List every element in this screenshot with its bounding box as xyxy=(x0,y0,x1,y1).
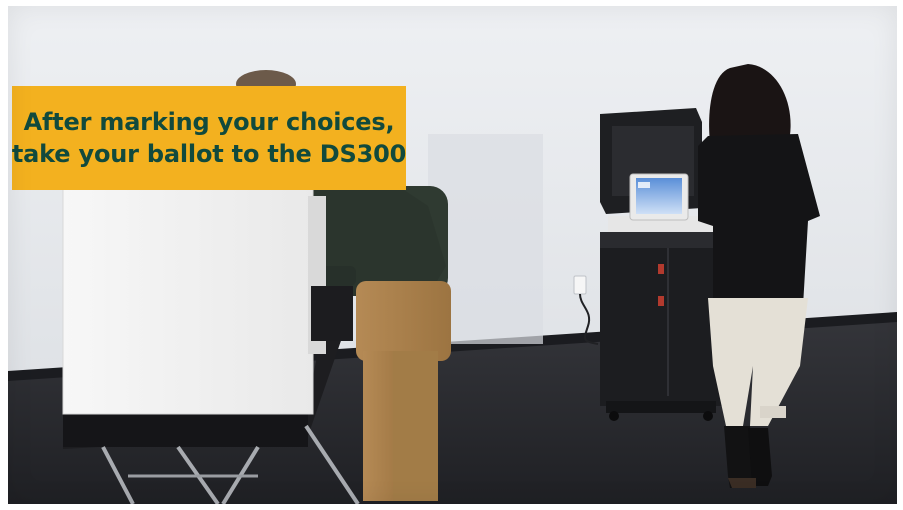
polling-place-scene xyxy=(8,6,897,504)
caption-banner: After marking your choices, take your ba… xyxy=(12,86,406,190)
caption-line-2: take your ballot to the DS300 xyxy=(11,140,407,168)
voting-booth xyxy=(62,185,353,415)
caption-line-1: After marking your choices, xyxy=(23,107,395,136)
video-frame: After marking your choices, take your ba… xyxy=(8,6,897,504)
